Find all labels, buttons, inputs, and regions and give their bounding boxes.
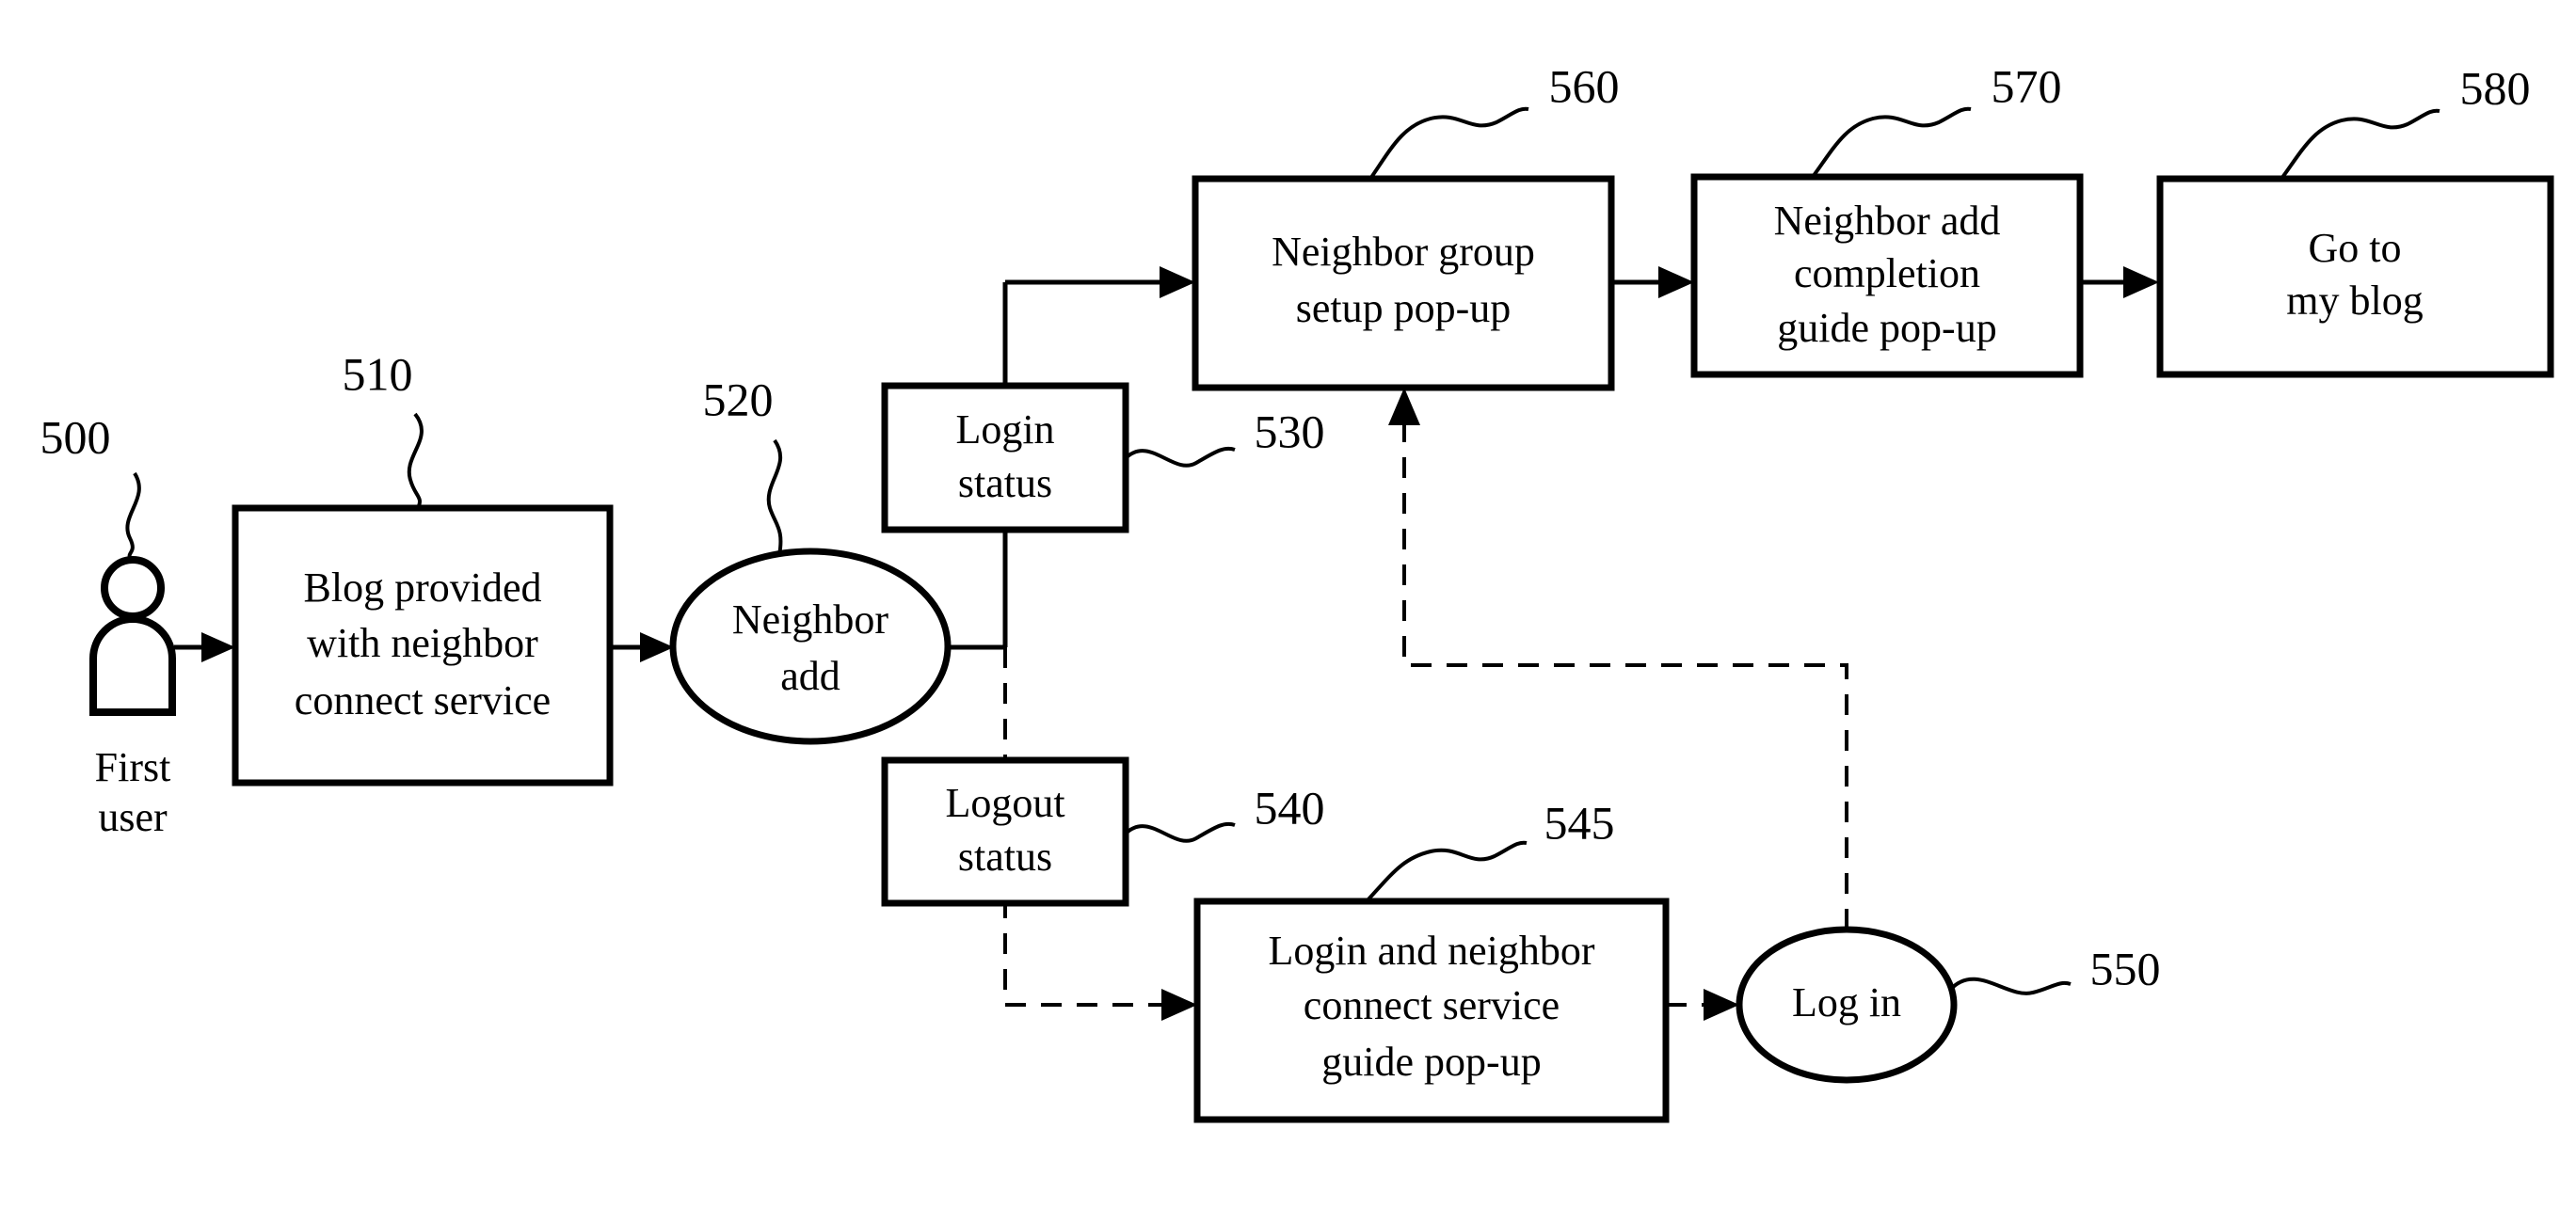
node-go-to-my-blog-line2: my blog [2286, 278, 2423, 324]
ref-label-540: 540 [1255, 781, 1325, 834]
node-neighbor-add: Neighbor add [669, 548, 952, 745]
node-neighbor-add-completion-popup-line2: completion [1794, 250, 1980, 296]
node-neighbor-group-setup-popup-line1: Neighbor group [1272, 229, 1535, 275]
node-log-in: Log in [1736, 926, 1958, 1084]
ref-label-580: 580 [2460, 61, 2531, 114]
connector-login-guide-to-log-in [1666, 989, 1739, 1021]
ref-callout-560: 560 [1368, 59, 1620, 181]
connector-completion-to-go-to-blog [2080, 266, 2159, 298]
ref-callout-580: 580 [2280, 61, 2531, 181]
patent-figure-canvas: First user Blog provided with neighbor c… [0, 0, 2576, 1208]
node-log-in-label: Log in [1792, 979, 1901, 1025]
node-login-guide-popup: Login and neighbor connect service guide… [1193, 898, 1670, 1123]
actor-label-line1: First [95, 744, 171, 790]
node-login-status: Login status [881, 382, 1129, 533]
node-login-status-line2: status [958, 460, 1052, 506]
node-neighbor-group-setup-popup: Neighbor group setup pop-up [1192, 175, 1615, 391]
node-login-guide-popup-line2: connect service [1304, 982, 1560, 1028]
node-blog-service-line2: with neighbor [307, 620, 538, 666]
person-icon-head [101, 556, 165, 620]
flowchart-svg: First user Blog provided with neighbor c… [40, 59, 2554, 1123]
ref-callout-545: 545 [1365, 796, 1615, 903]
connector-user-to-blog [174, 632, 235, 662]
node-blog-service-line1: Blog provided [304, 564, 542, 611]
ref-callout-570: 570 [1811, 59, 2062, 179]
ref-label-545: 545 [1544, 796, 1615, 849]
node-neighbor-add-completion-popup-line3: guide pop-up [1777, 305, 1996, 351]
node-neighbor-group-setup-popup-line2: setup pop-up [1296, 285, 1512, 331]
ref-label-570: 570 [1992, 59, 2062, 112]
node-logout-status-line2: status [958, 834, 1052, 880]
ref-label-520: 520 [703, 373, 774, 425]
node-login-guide-popup-line1: Login and neighbor [1268, 928, 1594, 974]
node-blog-service-line3: connect service [295, 677, 551, 723]
ref-callout-540: 540 [1124, 781, 1325, 843]
actor-label-line2: user [98, 794, 168, 840]
ref-callout-510: 510 [343, 347, 424, 509]
ref-label-560: 560 [1549, 59, 1620, 112]
node-neighbor-add-line1: Neighbor [732, 596, 889, 643]
node-login-guide-popup-line3: guide pop-up [1321, 1039, 1541, 1085]
connector-blog-to-neighbor-add [610, 632, 674, 662]
ref-label-550: 550 [2090, 942, 2161, 994]
connector-log-in-to-group-setup [1388, 388, 1848, 930]
ref-label-530: 530 [1255, 405, 1325, 457]
person-icon-body [89, 615, 176, 716]
ref-callout-550: 550 [1948, 942, 2161, 995]
connector-group-setup-to-completion [1611, 266, 1694, 298]
node-blog-service: Blog provided with neighbor connect serv… [232, 504, 614, 787]
node-neighbor-group-setup-popup-box [1192, 175, 1615, 391]
node-go-to-my-blog: Go to my blog [2156, 175, 2554, 378]
ref-callout-520: 520 [703, 373, 783, 556]
node-neighbor-add-ellipse [669, 548, 952, 745]
ref-callout-500: 500 [40, 410, 141, 564]
node-neighbor-add-completion-popup-line1: Neighbor add [1774, 198, 2001, 244]
ref-label-500: 500 [40, 410, 111, 463]
node-neighbor-add-completion-popup: Neighbor add completion guide pop-up [1690, 173, 2084, 378]
node-neighbor-add-line2: add [780, 653, 840, 699]
actor-first-user: First user [89, 556, 176, 840]
node-login-status-line1: Login [955, 406, 1054, 453]
node-go-to-my-blog-box [2156, 175, 2554, 378]
ref-label-510: 510 [343, 347, 413, 400]
ref-callout-530: 530 [1124, 405, 1325, 468]
node-logout-status: Logout status [881, 756, 1129, 907]
node-go-to-my-blog-line1: Go to [2309, 225, 2402, 271]
node-logout-status-line1: Logout [945, 780, 1064, 826]
